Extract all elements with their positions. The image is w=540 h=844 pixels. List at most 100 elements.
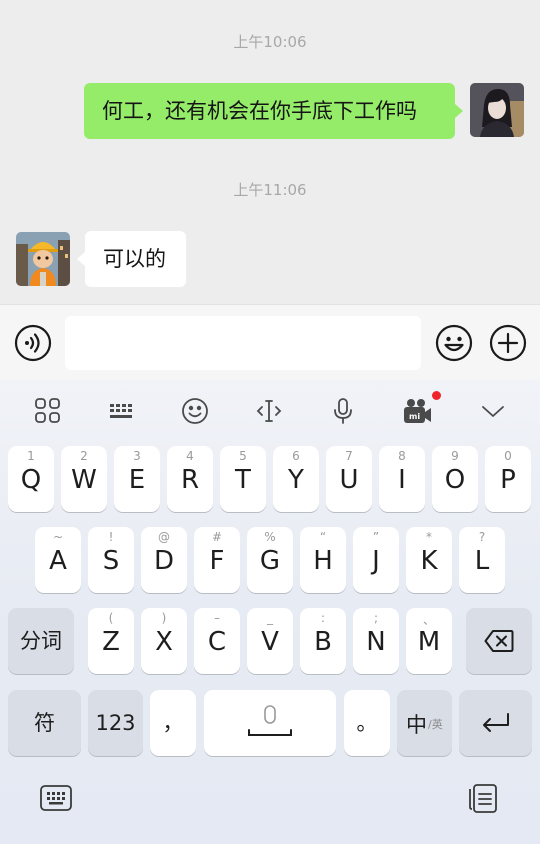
enter-key[interactable] (459, 690, 532, 756)
microphone-icon[interactable] (328, 396, 358, 426)
keyboard: mi 1Q 2W 3E 4R 5T 6Y 7U 8I 9O 0P ~ A ! S @… (0, 380, 540, 844)
chat-area: 上午10:06 何工，还有机会在你手底下工作吗 上午11:06 可以的 (0, 0, 540, 304)
key-c[interactable]: – C (194, 608, 240, 674)
key-sub-label: “ (319, 530, 327, 544)
key-sub-label: @ (158, 530, 170, 544)
my-avatar[interactable] (470, 83, 524, 137)
plus-icon[interactable] (489, 324, 527, 362)
key-s[interactable]: ! S (88, 527, 134, 593)
emoji-icon[interactable] (180, 396, 210, 426)
key-label: F (209, 546, 225, 576)
number-key[interactable]: 123 (88, 690, 143, 756)
timestamp: 上午11:06 (233, 181, 307, 199)
enter-icon (483, 713, 509, 732)
key-v[interactable]: _ V (247, 608, 293, 674)
backspace-icon (484, 630, 514, 652)
segment-key[interactable]: 分词 (8, 608, 74, 674)
key-sub-label: ! (108, 530, 114, 544)
clipboard-icon[interactable] (466, 781, 500, 815)
key-sub-label: 8 (398, 449, 406, 463)
comma-key[interactable]: ， (150, 690, 196, 756)
key-label: V (261, 627, 279, 657)
key-label: G (259, 546, 281, 576)
key-y[interactable]: 6Y (273, 446, 319, 512)
key-label: R (180, 465, 200, 495)
timestamp: 上午10:06 (233, 33, 307, 51)
key-w[interactable]: 2W (61, 446, 107, 512)
key-sub-label: % (264, 530, 276, 544)
key-label: M (417, 627, 441, 657)
outgoing-message-bubble[interactable]: 何工，还有机会在你手底下工作吗 (84, 83, 455, 139)
key-label: B (314, 627, 332, 657)
key-i[interactable]: 8I (379, 446, 425, 512)
key-z[interactable]: (Z (88, 608, 134, 674)
apps-grid-icon[interactable] (33, 396, 63, 426)
bubble-tail (455, 104, 463, 118)
video-camera-icon[interactable]: mi (402, 396, 432, 426)
keyboard-layout-icon[interactable] (107, 396, 137, 426)
key-sub-label: ~ (52, 530, 64, 544)
message-input[interactable] (65, 316, 421, 370)
key-n[interactable]: ; N (353, 608, 399, 674)
key-p[interactable]: 0P (485, 446, 531, 512)
lang-main-label: 中 (406, 713, 427, 737)
key-t[interactable]: 5T (220, 446, 266, 512)
key-sub-label: 4 (186, 449, 194, 463)
language-toggle-key[interactable]: 中 /英 (397, 690, 452, 756)
key-g[interactable]: % G (247, 527, 293, 593)
key-sub-label: 3 (133, 449, 141, 463)
key-label: C (207, 627, 227, 657)
key-d[interactable]: @ D (141, 527, 187, 593)
key-label: Y (288, 465, 304, 495)
bubble-tail (77, 252, 85, 266)
key-l[interactable]: ? L (459, 527, 505, 593)
key-sub-label: ; (373, 611, 379, 625)
key-label: L (474, 546, 490, 576)
key-k[interactable]: * K (406, 527, 452, 593)
period-key[interactable]: 。 (344, 690, 390, 756)
key-label: Z (102, 627, 120, 657)
svg-text:mi: mi (409, 412, 420, 421)
key-label: S (102, 546, 120, 576)
collapse-chevron-icon[interactable] (478, 396, 508, 426)
key-sub-label: 9 (451, 449, 459, 463)
key-label: Q (20, 465, 42, 495)
key-r[interactable]: 4R (167, 446, 213, 512)
segment-key-label: 分词 (20, 629, 62, 653)
key-sub-label: 6 (292, 449, 300, 463)
key-e[interactable]: 3E (114, 446, 160, 512)
contact-avatar[interactable] (16, 232, 70, 286)
space-key[interactable] (204, 690, 336, 756)
backspace-key[interactable] (466, 608, 532, 674)
keyboard-switch-icon[interactable] (39, 781, 73, 815)
key-sub-label: ( (108, 611, 114, 625)
key-q[interactable]: 1Q (8, 446, 54, 512)
key-sub-label: 1 (27, 449, 35, 463)
incoming-message-bubble[interactable]: 可以的 (85, 231, 186, 287)
key-m[interactable]: 、 M (406, 608, 452, 674)
key-sub-label: – (214, 611, 220, 625)
cursor-icon[interactable] (254, 396, 284, 426)
key-a[interactable]: ~ A (35, 527, 81, 593)
period-key-label: 。 (356, 711, 378, 735)
key-label: E (128, 465, 146, 495)
key-label: J (372, 546, 380, 576)
key-sub-label: ? (478, 530, 486, 544)
symbol-key[interactable]: 符 (8, 690, 81, 756)
key-h[interactable]: “H (300, 527, 346, 593)
key-label: N (366, 627, 386, 657)
key-b[interactable]: :B (300, 608, 346, 674)
key-j[interactable]: ” J (353, 527, 399, 593)
key-sub-label: ” (372, 530, 380, 544)
emoji-icon[interactable] (435, 324, 473, 362)
lang-sub-label: /英 (428, 718, 443, 731)
comma-key-label: ， (162, 711, 184, 735)
key-sub-label: * (426, 530, 432, 544)
key-label: X (155, 627, 173, 657)
key-u[interactable]: 7U (326, 446, 372, 512)
key-x[interactable]: ) X (141, 608, 187, 674)
voice-icon[interactable] (14, 324, 52, 362)
key-o[interactable]: 9O (432, 446, 478, 512)
key-f[interactable]: # F (194, 527, 240, 593)
key-label: P (500, 465, 516, 495)
